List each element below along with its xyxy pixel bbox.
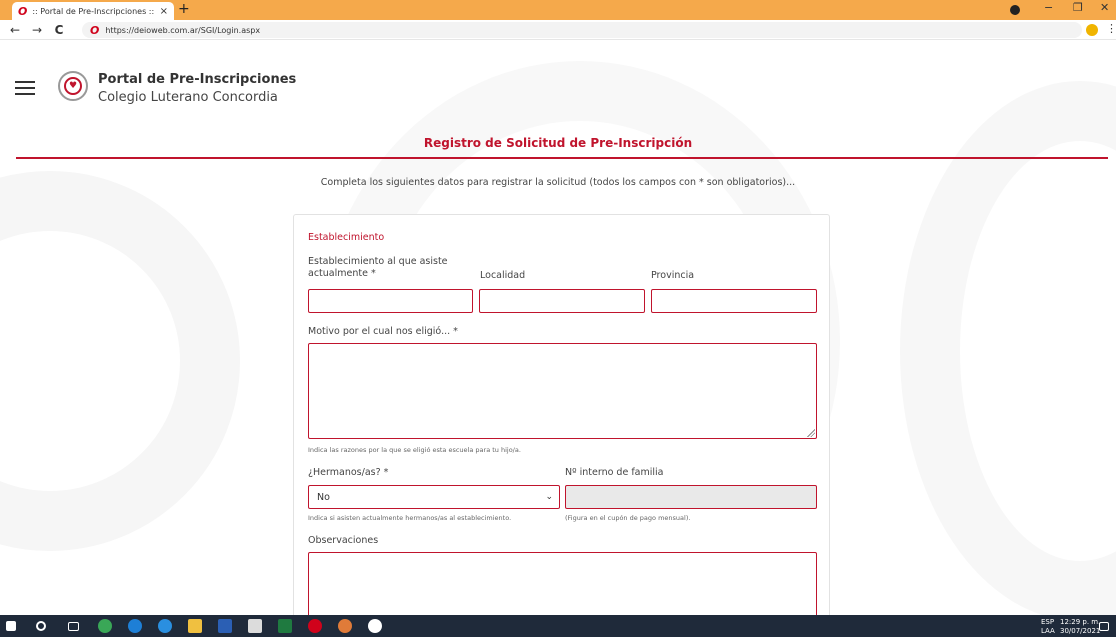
- edge-icon[interactable]: [158, 619, 172, 633]
- hermanos-selected-value: No: [317, 491, 330, 503]
- hermanos-select[interactable]: No ⌄: [308, 485, 560, 509]
- background-decoration: [900, 81, 1116, 615]
- url-text: https://deioweb.com.ar/SGI/Login.aspx: [105, 25, 261, 35]
- task-view-icon[interactable]: [68, 622, 79, 631]
- clock-date: 30/07/2021: [1060, 627, 1101, 635]
- localidad-label: Localidad: [480, 270, 526, 281]
- extension-icon[interactable]: [1010, 5, 1020, 15]
- excel-icon[interactable]: [278, 619, 292, 633]
- browser-tab-bar: O :: Portal de Pre-Inscripciones :: × + …: [0, 0, 1116, 20]
- page-title: Registro de Solicitud de Pre-Inscripción: [423, 136, 693, 150]
- observaciones-textarea[interactable]: [308, 552, 817, 615]
- shield-icon[interactable]: [368, 619, 382, 633]
- language-indicator[interactable]: ESP: [1041, 618, 1054, 626]
- browser-menu-button[interactable]: ⋮: [1106, 22, 1116, 35]
- windows-start-icon[interactable]: [6, 621, 16, 631]
- back-button[interactable]: ←: [8, 23, 22, 37]
- motivo-help: Indica las razones por la que se eligió …: [308, 446, 521, 454]
- chevron-down-icon: ⌄: [545, 492, 553, 502]
- taskbar: ESP LAA 12:29 p. m. 30/07/2021: [0, 615, 1116, 637]
- hermanos-label: ¿Hermanos/as? *: [308, 467, 389, 478]
- folder-icon[interactable]: [188, 619, 202, 633]
- provincia-label: Provincia: [651, 270, 695, 281]
- opera-icon: O: [18, 4, 28, 18]
- intro-text: Completa los siguientes datos para regis…: [320, 177, 796, 188]
- tab-close-button[interactable]: ×: [160, 6, 168, 17]
- motivo-label: Motivo por el cual nos eligió... *: [308, 326, 458, 337]
- notifications-icon[interactable]: [1099, 622, 1109, 631]
- address-bar-row: ← → C O https://deioweb.com.ar/SGI/Login…: [0, 20, 1116, 40]
- title-divider: [16, 157, 1108, 159]
- nro-familia-help: (Figura en el cupón de pago mensual).: [565, 514, 691, 522]
- menu-icon[interactable]: [15, 81, 35, 99]
- establecimiento-label: Establecimiento al que asiste actualment…: [308, 256, 448, 279]
- hermanos-help: Indica si asisten actualmente hermanos/a…: [308, 514, 512, 522]
- school-logo: ♥: [58, 71, 88, 101]
- background-decoration: [0, 171, 240, 551]
- portal-title: Portal de Pre-Inscripciones: [98, 72, 297, 87]
- chrome-profile-icon[interactable]: [338, 619, 352, 633]
- forward-button[interactable]: →: [30, 23, 44, 37]
- ie-icon[interactable]: [128, 619, 142, 633]
- chrome-icon[interactable]: [98, 619, 112, 633]
- observaciones-label: Observaciones: [308, 535, 379, 546]
- restore-button[interactable]: ❐: [1073, 1, 1083, 14]
- search-icon[interactable]: [36, 621, 46, 631]
- nro-familia-label: Nº interno de familia: [565, 467, 664, 478]
- opera-icon: O: [90, 23, 100, 37]
- establecimiento-input[interactable]: [308, 289, 473, 313]
- profile-icon[interactable]: [1086, 24, 1098, 36]
- layout-indicator: LAA: [1041, 627, 1055, 635]
- app-icon[interactable]: [248, 619, 262, 633]
- url-input[interactable]: O https://deioweb.com.ar/SGI/Login.aspx: [82, 22, 1082, 38]
- site-header: ♥ Portal de Pre-Inscripciones Colegio Lu…: [0, 41, 1116, 111]
- resize-handle[interactable]: [807, 429, 815, 437]
- close-window-button[interactable]: ✕: [1100, 1, 1109, 14]
- provincia-input[interactable]: [651, 289, 817, 313]
- portal-subtitle: Colegio Luterano Concordia: [98, 90, 278, 105]
- opera-taskbar-icon[interactable]: [308, 619, 322, 633]
- section-label: Establecimiento: [308, 232, 385, 243]
- nro-familia-input[interactable]: [565, 485, 817, 509]
- browser-tab[interactable]: O :: Portal de Pre-Inscripciones :: ×: [12, 2, 174, 20]
- minimize-button[interactable]: −: [1044, 1, 1053, 14]
- tab-title: :: Portal de Pre-Inscripciones ::: [32, 6, 155, 16]
- word-icon[interactable]: [218, 619, 232, 633]
- motivo-textarea[interactable]: [308, 343, 817, 439]
- localidad-input[interactable]: [479, 289, 645, 313]
- page: ♥ Portal de Pre-Inscripciones Colegio Lu…: [0, 41, 1116, 615]
- clock-time[interactable]: 12:29 p. m.: [1060, 618, 1100, 626]
- new-tab-button[interactable]: +: [178, 1, 190, 17]
- form-card: Establecimiento Establecimiento al que a…: [293, 214, 830, 615]
- reload-button[interactable]: C: [52, 23, 66, 37]
